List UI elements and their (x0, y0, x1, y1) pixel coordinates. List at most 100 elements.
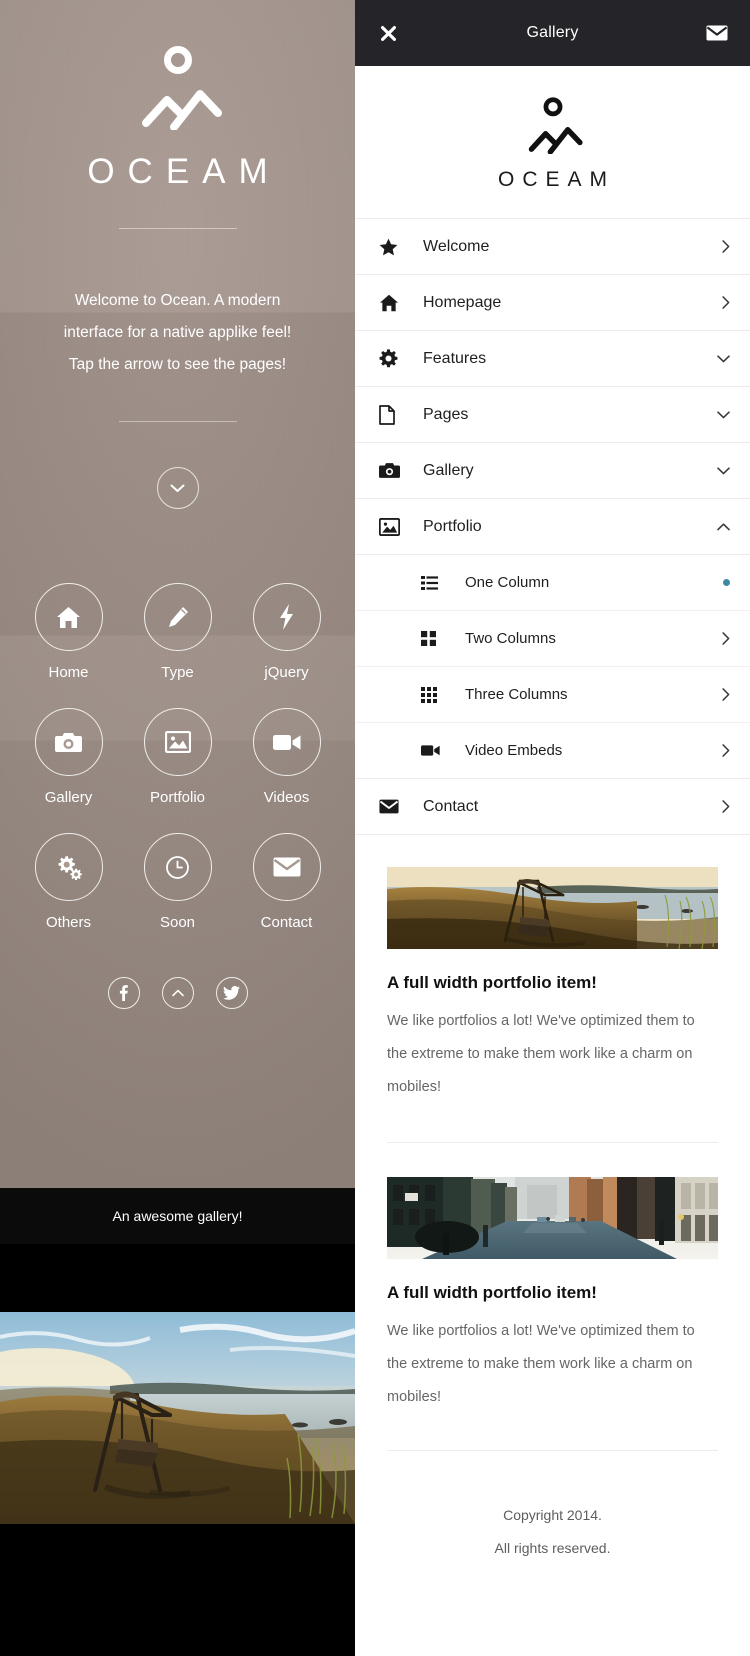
grid-label: Portfolio (149, 789, 206, 806)
envelope-icon (273, 857, 300, 877)
active-indicator-dot (723, 579, 730, 586)
gear-icon (379, 349, 423, 368)
menu-item-homepage[interactable]: Homepage (355, 275, 750, 331)
file-icon (379, 404, 423, 425)
grid-circle (143, 833, 212, 901)
hero-copy: Welcome to Ocean. A modern interface for… (0, 285, 355, 381)
urban-street-scene-image (387, 1177, 718, 1259)
menu-item-label: Portfolio (423, 517, 482, 535)
gears-icon (58, 855, 82, 880)
camera-icon (379, 462, 423, 479)
grid-item-jquery[interactable]: jQuery (232, 583, 341, 681)
mail-button[interactable] (684, 0, 750, 66)
grid-item-videos[interactable]: Videos (232, 708, 341, 806)
menu-item-welcome[interactable]: Welcome (355, 219, 750, 275)
envelope-icon (379, 799, 423, 814)
portfolio-item: A full width portfolio item! We like por… (387, 1177, 718, 1414)
sunset-swing-landscape-image (0, 1312, 355, 1524)
portfolio-image-sunset-swing[interactable] (387, 867, 718, 949)
hero-background: OCEAM Welcome to Ocean. A modern interfa… (0, 0, 355, 1192)
left-gallery-photo[interactable] (0, 1312, 355, 1524)
portfolio-item-text: We like portfolios a lot! We've optimize… (387, 1323, 695, 1405)
menu-item-label: Homepage (423, 293, 502, 311)
portfolio-item-title: A full width portfolio item! (387, 1283, 597, 1302)
left-brand-block: OCEAM (0, 0, 355, 229)
grid-circle (252, 708, 321, 776)
close-button[interactable] (355, 0, 421, 66)
chevron-down-icon (717, 466, 730, 475)
chevron-right-icon (722, 240, 730, 253)
grid-item-gallery[interactable]: Gallery (14, 708, 123, 806)
portfolio-divider (387, 1142, 718, 1143)
envelope-icon (706, 25, 728, 41)
mountain-sun-logo (141, 46, 222, 130)
portfolio-item: A full width portfolio item! We like por… (387, 867, 718, 1104)
sunset-swing-landscape-image (387, 867, 718, 949)
grid-item-others[interactable]: Others (14, 833, 123, 931)
chevron-down-icon (717, 410, 730, 419)
video-camera-icon (272, 734, 300, 750)
pencil-icon (168, 607, 188, 627)
menu-item-portfolio[interactable]: Portfolio (355, 499, 750, 555)
left-preview-panel: OCEAM Welcome to Ocean. A modern interfa… (0, 0, 355, 1656)
grid-item-contact[interactable]: Contact (232, 833, 341, 931)
portfolio-image-urban-street[interactable] (387, 1177, 718, 1259)
left-brand-word: OCEAM (87, 152, 281, 191)
clock-icon (166, 855, 189, 879)
scroll-down-button[interactable] (156, 467, 199, 509)
menu-item-contact[interactable]: Contact (355, 779, 750, 835)
grid-label: Others (45, 914, 91, 931)
submenu-item-label: One Column (465, 574, 550, 591)
list-icon (421, 575, 465, 590)
scroll-top-button[interactable] (161, 977, 194, 1009)
portfolio-content: A full width portfolio item! We like por… (355, 835, 750, 1565)
menu-item-gallery[interactable]: Gallery (355, 443, 750, 499)
social-links (0, 977, 355, 1009)
grid-item-home[interactable]: Home (14, 583, 123, 681)
chevron-down-icon (170, 484, 185, 492)
chevron-right-icon (722, 632, 730, 645)
chevron-down-icon (717, 354, 730, 363)
chevron-right-icon (722, 800, 730, 813)
home-icon (379, 294, 423, 312)
submenu-item-label: Three Columns (465, 686, 568, 703)
brand-divider (118, 228, 237, 229)
submenu-item-three-columns[interactable]: Three Columns (355, 667, 750, 723)
menu-item-pages[interactable]: Pages (355, 387, 750, 443)
menu-item-label: Contact (423, 797, 479, 815)
submenu-item-two-columns[interactable]: Two Columns (355, 611, 750, 667)
social-twitter-button[interactable] (215, 977, 248, 1009)
image-icon (164, 731, 191, 753)
social-facebook-button[interactable] (107, 977, 140, 1009)
submenu-item-video-embeds[interactable]: Video Embeds (355, 723, 750, 779)
grid-item-portfolio[interactable]: Portfolio (123, 708, 232, 806)
footer: Copyright 2014. All rights reserved. (387, 1493, 718, 1565)
submenu-item-label: Video Embeds (465, 742, 563, 759)
menu-item-label: Gallery (423, 461, 474, 479)
hero-divider (118, 421, 237, 422)
main-menu: Welcome Homepage Features Pages Gallery … (355, 218, 750, 835)
facebook-icon (119, 985, 128, 1001)
home-icon (57, 606, 80, 628)
grid-label: Gallery (44, 789, 93, 806)
portfolio-item-text: We like portfolios a lot! We've optimize… (387, 1013, 695, 1095)
camera-icon (55, 732, 82, 752)
portfolio-submenu: One Column Two Columns Three Columns Vid… (355, 555, 750, 779)
grid-circle (143, 583, 212, 651)
bolt-icon (280, 604, 293, 630)
chevron-up-icon (171, 989, 184, 997)
grid-circle (252, 583, 321, 651)
right-app-panel: Gallery OCEAM Welcome Homepage Features … (355, 0, 750, 1656)
grid-label: Videos (263, 789, 310, 806)
twitter-icon (223, 986, 240, 1000)
submenu-item-one-column[interactable]: One Column (355, 555, 750, 611)
grid-circle (34, 708, 103, 776)
mountain-sun-logo (528, 97, 583, 154)
menu-item-features[interactable]: Features (355, 331, 750, 387)
menu-item-label: Features (423, 349, 487, 367)
grid-label: jQuery (264, 664, 309, 681)
grid-circle (34, 833, 103, 901)
grid-item-soon[interactable]: Soon (123, 833, 232, 931)
grid-item-type[interactable]: Type (123, 583, 232, 681)
grid-2-icon (421, 631, 465, 646)
